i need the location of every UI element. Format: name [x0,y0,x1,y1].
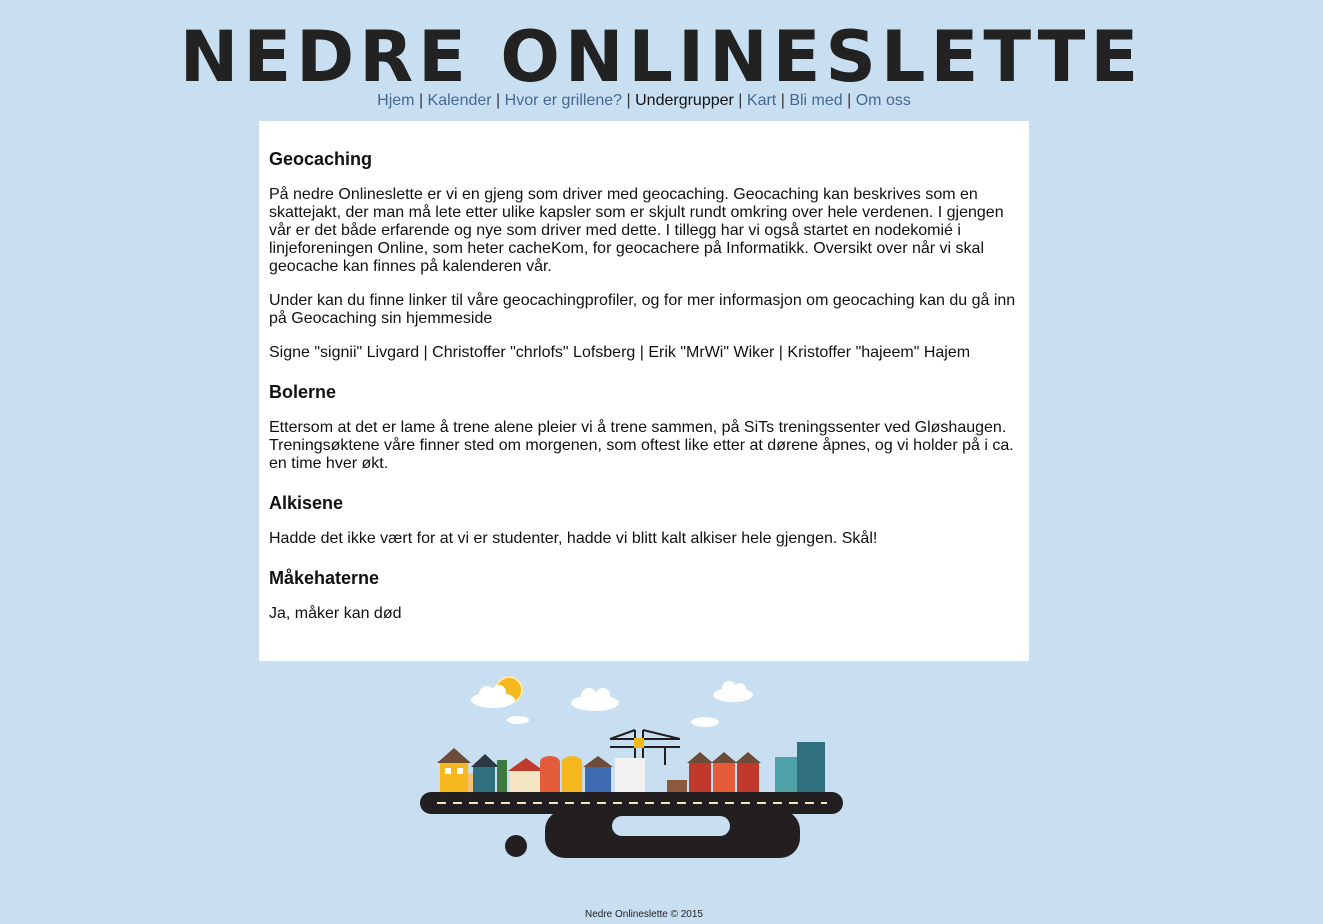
content-panel: Geocaching På nedre Onlineslette er vi e… [259,121,1029,661]
makehaterne-text: Ja, måker kan død [269,605,402,622]
nav-item-kalender[interactable]: Kalender [428,92,492,109]
site-title: NEDRE ONLINESLETTE [179,16,1144,98]
footer-copyright: Nedre Onlineslette © 2015 [585,909,703,920]
houses-left [437,748,645,792]
nav-separator: | [418,92,424,109]
geocaching-profiles: Signe "signii" Livgard | Christoffer "ch… [269,344,971,361]
geocaching-intro: På nedre Onlineslette er vi en gjeng som… [269,186,1004,275]
geocaching-links-intro: Under kan du finne linker til våre geoca… [269,292,1016,327]
houses-right [667,742,825,792]
nav-separator: | [496,92,501,109]
nav-item-kart[interactable]: Kart [747,92,776,109]
nav-item-grillene[interactable]: Hvor er grillene? [505,92,622,109]
nav-separator: | [626,92,631,109]
section-heading-geocaching: Geocaching [269,149,373,169]
main-nav: Hjem | Kalender | Hvor er grillene? | Un… [0,92,1288,110]
cloud-icon [713,681,753,702]
nav-separator: | [780,92,785,109]
nav-separator: | [738,92,743,109]
nav-item-bli-med[interactable]: Bli med [789,92,842,109]
cloud-icon [571,688,619,711]
cloud-icon [507,716,719,727]
section-heading-makehaterne: Måkehaterne [269,568,380,588]
nav-item-undergrupper[interactable]: Undergrupper [635,92,734,109]
nav-item-hjem[interactable]: Hjem [377,92,414,109]
section-heading-alkisene: Alkisene [269,493,344,513]
alkisene-text: Hadde det ikke vært for at vi er student… [269,530,878,547]
bolerne-text: Ettersom at det er lame å trene alene pl… [269,419,1014,472]
nav-separator: | [847,92,852,109]
city-illustration [420,676,843,858]
nav-item-om-oss[interactable]: Om oss [856,92,911,109]
section-heading-bolerne: Bolerne [269,382,337,402]
